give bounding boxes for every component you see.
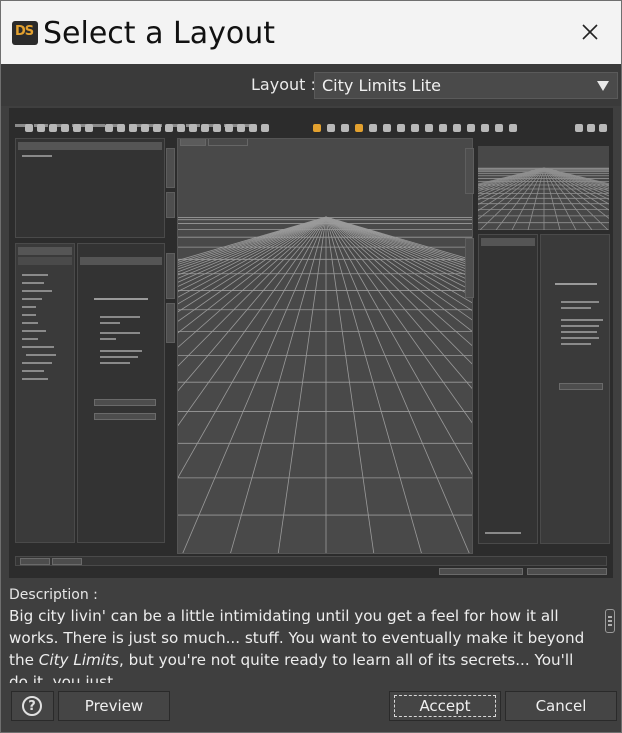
grid-line: [178, 216, 327, 313]
grid-line: [178, 216, 327, 305]
description-city-limits: City Limits: [38, 651, 119, 669]
grid-line: [178, 216, 327, 334]
preview-status-bar: [527, 568, 607, 575]
grid-line: [178, 216, 327, 263]
preview-menubar: [15, 112, 607, 127]
grid-line: [325, 216, 472, 389]
preview-files-content: [77, 243, 165, 543]
grid-line: [325, 216, 472, 278]
grid-line: [178, 216, 327, 261]
layout-dropdown-value: City Limits Lite: [322, 76, 442, 95]
select-layout-dialog: DS Select a Layout Layout : City Limits …: [0, 0, 622, 733]
grid-line: [178, 216, 327, 367]
preview-aux-viewport: [478, 146, 609, 230]
layout-row: Layout : City Limits Lite: [1, 64, 621, 106]
description-box: Big city livin' can be a little intimida…: [1, 605, 621, 683]
daz-studio-app-icon: DS: [12, 21, 38, 45]
grid-line: [325, 216, 472, 311]
grid-line: [325, 216, 472, 275]
grid-line: [325, 216, 472, 365]
grid-line: [325, 216, 375, 553]
grid-line: [277, 216, 327, 553]
focus-outline: [394, 695, 496, 717]
grid-line: [178, 216, 327, 298]
preview-scene-pane: [15, 138, 165, 238]
layout-label: Layout :: [251, 75, 316, 94]
preview-files-pane: [15, 243, 75, 543]
grid-line: [178, 216, 327, 292]
grid-line: [325, 216, 472, 297]
grid-line: [230, 216, 327, 553]
layout-preview-image: [9, 108, 613, 578]
preview-side-tab: [465, 148, 474, 194]
description-text: Big city livin' can be a little intimida…: [9, 605, 594, 683]
preview-floor-grid: [178, 216, 472, 553]
preview-parameters-content: [540, 234, 610, 544]
grid-line: [527, 167, 545, 230]
grid-line: [325, 216, 472, 321]
description-scrollbar-thumb[interactable]: [605, 609, 615, 633]
accept-button[interactable]: Accept: [389, 691, 501, 721]
grid-line: [178, 216, 327, 268]
preview-viewport: [177, 138, 473, 554]
preview-side-tab: [166, 192, 175, 218]
cancel-button[interactable]: Cancel: [505, 691, 617, 721]
preview-bottom-tabs: [15, 556, 607, 566]
app-icon-text: DS: [15, 24, 34, 39]
preview-side-tab: [166, 253, 175, 299]
grid-line: [325, 216, 422, 553]
grid-line: [178, 216, 327, 273]
grid-line: [325, 216, 472, 261]
grid-line: [325, 216, 472, 304]
grid-line: [178, 216, 327, 283]
grid-line: [178, 216, 327, 265]
grid-line: [178, 216, 327, 479]
grid-line: [178, 216, 327, 279]
grid-line: [325, 216, 472, 263]
grid-line: [325, 216, 472, 475]
grid-line: [325, 216, 472, 269]
grid-line: [325, 216, 472, 332]
preview-aux-grid: [478, 167, 609, 230]
preview-side-tab: [465, 238, 474, 298]
grid-line: [543, 167, 561, 230]
grid-line: [325, 216, 472, 265]
dropdown-arrow-icon: [597, 81, 609, 91]
preview-side-tab: [166, 148, 175, 188]
grid-line: [325, 216, 472, 272]
preview-parameters-list: [478, 234, 538, 544]
grid-line: [325, 216, 472, 291]
dialog-title: Select a Layout: [43, 16, 275, 51]
grid-line: [178, 216, 327, 348]
description-label: Description :: [9, 587, 98, 603]
preview-side-tab: [166, 303, 175, 343]
layout-dropdown[interactable]: City Limits Lite: [314, 72, 618, 99]
help-icon: ?: [22, 696, 42, 716]
grid-line: [178, 216, 327, 287]
preview-layout-selector: [439, 568, 523, 575]
grid-line: [325, 216, 472, 267]
grid-line: [325, 216, 472, 286]
close-icon: [582, 24, 598, 40]
grid-line: [178, 216, 327, 270]
preview-button[interactable]: Preview: [58, 691, 170, 721]
help-button[interactable]: ?: [11, 691, 54, 721]
close-button[interactable]: [559, 1, 621, 64]
title-bar: DS Select a Layout: [1, 1, 621, 64]
grid-line: [178, 216, 327, 392]
grid-line: [178, 216, 327, 322]
grid-line: [178, 216, 327, 427]
grid-line: [325, 216, 472, 424]
grid-line: [325, 216, 472, 347]
preview-toolbar: [15, 122, 607, 136]
grid-line: [325, 216, 472, 282]
grid-line: [178, 216, 327, 276]
